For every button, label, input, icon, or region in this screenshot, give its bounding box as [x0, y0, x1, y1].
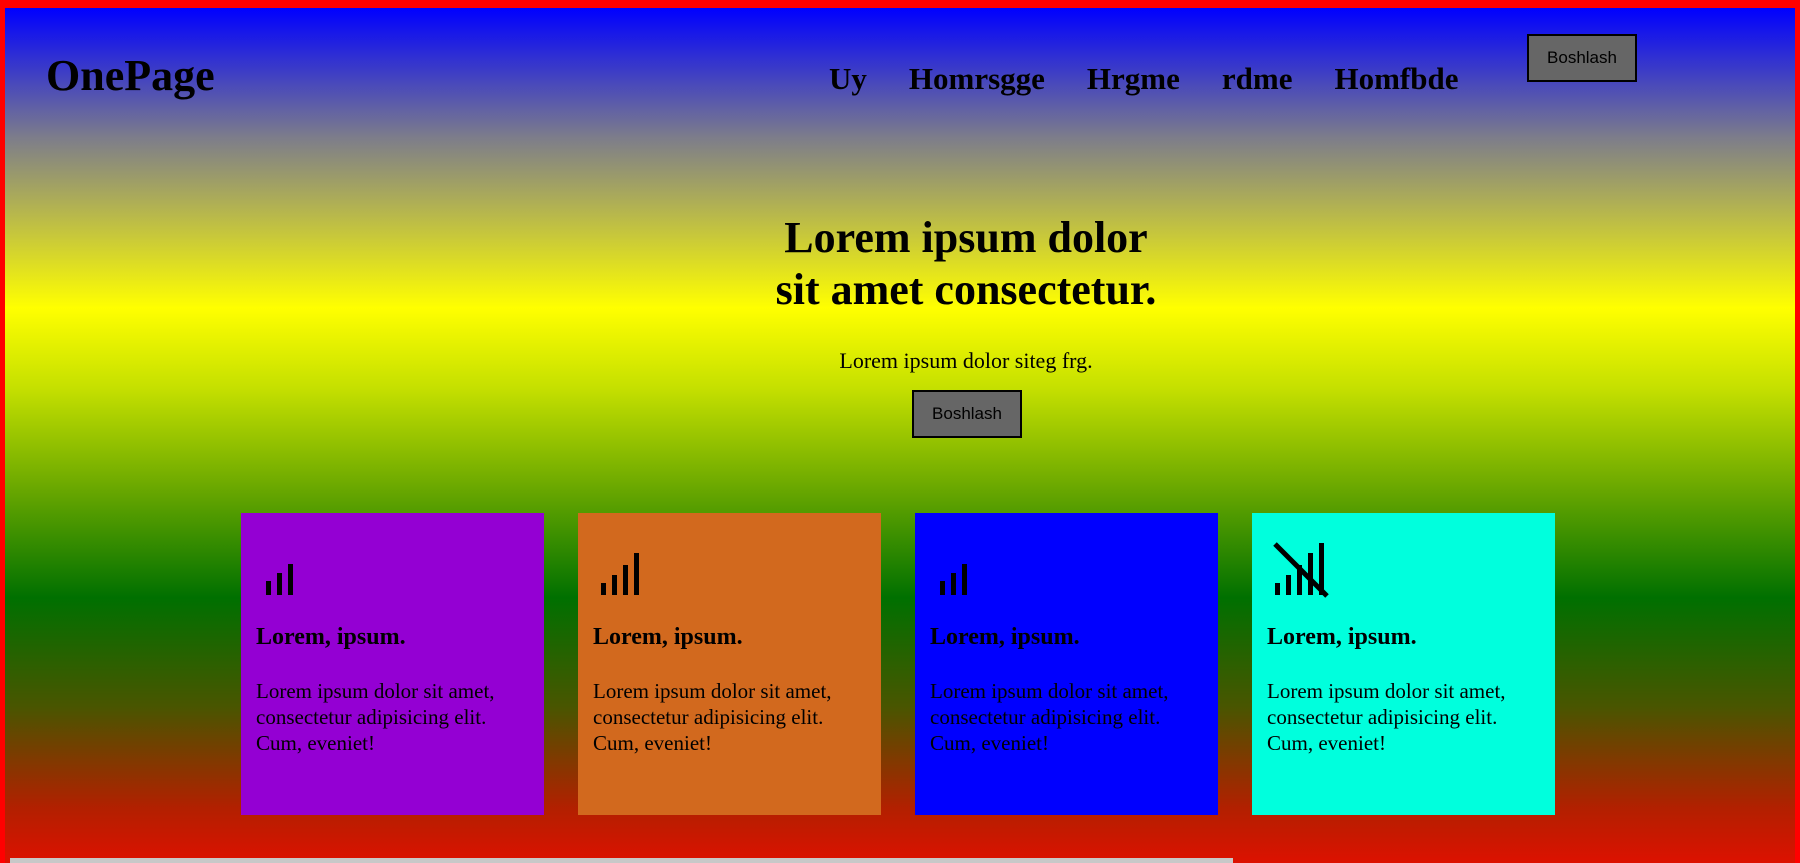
horizontal-scrollbar[interactable] — [10, 858, 1233, 863]
feature-card-title: Lorem, ipsum. — [256, 624, 406, 650]
feature-cards: Lorem, ipsum. Lorem ipsum dolor sit amet… — [241, 513, 1555, 815]
signal-full-icon — [601, 553, 639, 595]
feature-card-3: Lorem, ipsum. Lorem ipsum dolor sit amet… — [915, 513, 1218, 815]
feature-card-title: Lorem, ipsum. — [593, 624, 743, 650]
feature-card-2: Lorem, ipsum. Lorem ipsum dolor sit amet… — [578, 513, 881, 815]
feature-card-text: Lorem ipsum dolor sit amet, consectetur … — [593, 678, 832, 755]
feature-card-1: Lorem, ipsum. Lorem ipsum dolor sit amet… — [241, 513, 544, 815]
main-nav: Uy Homrsgge Hrgme rdme Homfbde — [829, 60, 1458, 97]
feature-card-text: Lorem ipsum dolor sit amet, consectetur … — [256, 678, 495, 755]
page-frame: OnePage Uy Homrsgge Hrgme rdme Homfbde B… — [0, 0, 1800, 863]
hero-title-line-2: sit amet consectetur. — [775, 265, 1157, 314]
hero-start-button[interactable]: Boshlash — [912, 390, 1022, 438]
header-start-button[interactable]: Boshlash — [1527, 34, 1637, 82]
signal-off-icon — [1273, 542, 1329, 598]
feature-card-title: Lorem, ipsum. — [930, 624, 1080, 650]
nav-item-hrgme[interactable]: Hrgme — [1087, 60, 1180, 97]
feature-card-title: Lorem, ipsum. — [1267, 624, 1417, 650]
signal-low-icon — [266, 564, 293, 595]
nav-item-rdme[interactable]: rdme — [1222, 60, 1293, 97]
nav-item-uy[interactable]: Uy — [829, 60, 867, 97]
hero-title: Lorem ipsum dolor sit amet consectetur. — [605, 212, 1327, 316]
site-logo[interactable]: OnePage — [46, 50, 215, 103]
feature-card-text: Lorem ipsum dolor sit amet, consectetur … — [930, 678, 1169, 755]
nav-item-homfbde[interactable]: Homfbde — [1334, 60, 1458, 97]
hero-title-line-1: Lorem ipsum dolor — [784, 213, 1148, 262]
signal-low-icon — [940, 564, 967, 595]
feature-card-text: Lorem ipsum dolor sit amet, consectetur … — [1267, 678, 1506, 755]
feature-card-4: Lorem, ipsum. Lorem ipsum dolor sit amet… — [1252, 513, 1555, 815]
hero-subtitle: Lorem ipsum dolor siteg frg. — [839, 348, 1093, 373]
nav-item-homrsgge[interactable]: Homrsgge — [909, 60, 1045, 97]
